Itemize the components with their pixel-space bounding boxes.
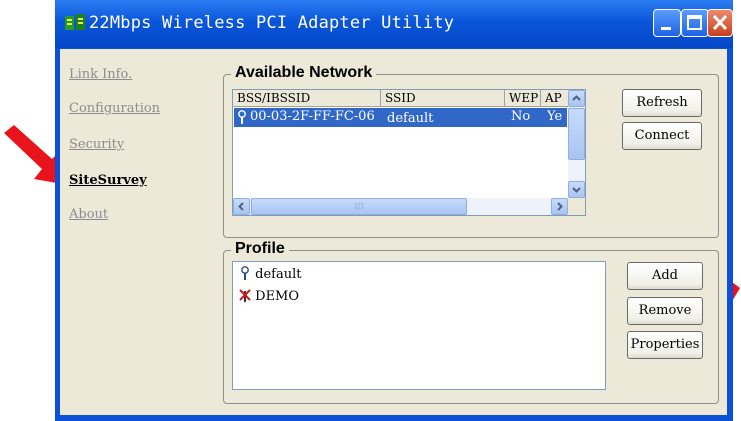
close-icon: [712, 14, 728, 31]
wireless-antenna-icon: [241, 266, 249, 280]
chevron-down-icon: [572, 187, 581, 193]
vscroll-thumb[interactable]: [568, 108, 585, 160]
chevron-up-icon: [572, 95, 581, 101]
column-ap[interactable]: AP: [541, 90, 571, 106]
scroll-up-button[interactable]: [568, 90, 585, 107]
title-bar: 22Mbps Wireless PCI Adapter Utility: [55, 0, 733, 48]
nav-security[interactable]: Security: [69, 137, 124, 152]
maximize-icon: [687, 15, 702, 30]
client-area: Link Info. Configuration Security SiteSu…: [60, 49, 727, 415]
network-list[interactable]: BSS/IBSSID SSID WEP AP 00-03-2F-FF-FC-06…: [232, 89, 586, 216]
column-ssid[interactable]: SSID: [381, 90, 505, 106]
nav-link-info[interactable]: Link Info.: [69, 67, 132, 82]
app-icon: [65, 14, 85, 30]
close-button[interactable]: [707, 9, 733, 37]
scroll-left-button[interactable]: [233, 198, 250, 215]
nav-configuration[interactable]: Configuration: [69, 101, 160, 116]
nav-sitesurvey[interactable]: SiteSurvey: [69, 173, 147, 188]
column-wep[interactable]: WEP: [505, 90, 541, 106]
profile-name: default: [255, 267, 302, 282]
column-bssid[interactable]: BSS/IBSSID: [233, 90, 381, 106]
maximize-button[interactable]: [681, 9, 709, 37]
table-row[interactable]: 00-03-2F-FF-FC-06 default No Ye: [234, 108, 567, 127]
list-item[interactable]: DEMO: [239, 288, 299, 304]
add-button[interactable]: Add: [627, 262, 703, 290]
list-item[interactable]: default: [239, 266, 301, 282]
nav-about[interactable]: About: [69, 207, 108, 222]
cell-wep: No: [511, 109, 531, 124]
hscroll-thumb[interactable]: III: [251, 198, 467, 215]
profile-title: Profile: [231, 240, 289, 258]
chevron-left-icon: [238, 202, 244, 211]
cell-bssid: 00-03-2F-FF-FC-06: [250, 109, 375, 124]
utility-window: 22Mbps Wireless PCI Adapter Utility Link…: [55, 0, 733, 421]
wireless-antenna-icon: [238, 110, 246, 124]
refresh-button[interactable]: Refresh: [622, 89, 702, 117]
minimize-icon: [661, 27, 671, 30]
connect-button[interactable]: Connect: [622, 122, 702, 150]
profile-list[interactable]: default DEMO: [232, 261, 606, 390]
window-title: 22Mbps Wireless PCI Adapter Utility: [89, 13, 455, 33]
adhoc-network-icon: [239, 289, 251, 302]
network-list-hscroll[interactable]: III: [233, 198, 568, 215]
network-list-vscroll[interactable]: [568, 90, 585, 198]
chevron-right-icon: [557, 202, 563, 211]
remove-button[interactable]: Remove: [627, 297, 703, 325]
minimize-button[interactable]: [653, 9, 681, 37]
profile-name: DEMO: [255, 289, 300, 304]
cell-ap: Ye: [547, 109, 563, 124]
cell-ssid: default: [387, 111, 434, 126]
scroll-corner: [568, 198, 585, 215]
scroll-right-button[interactable]: [551, 198, 568, 215]
properties-button[interactable]: Properties: [627, 331, 703, 359]
network-list-header: BSS/IBSSID SSID WEP AP: [233, 90, 568, 107]
scroll-down-button[interactable]: [568, 181, 585, 198]
available-network-title: Available Network: [231, 64, 377, 82]
